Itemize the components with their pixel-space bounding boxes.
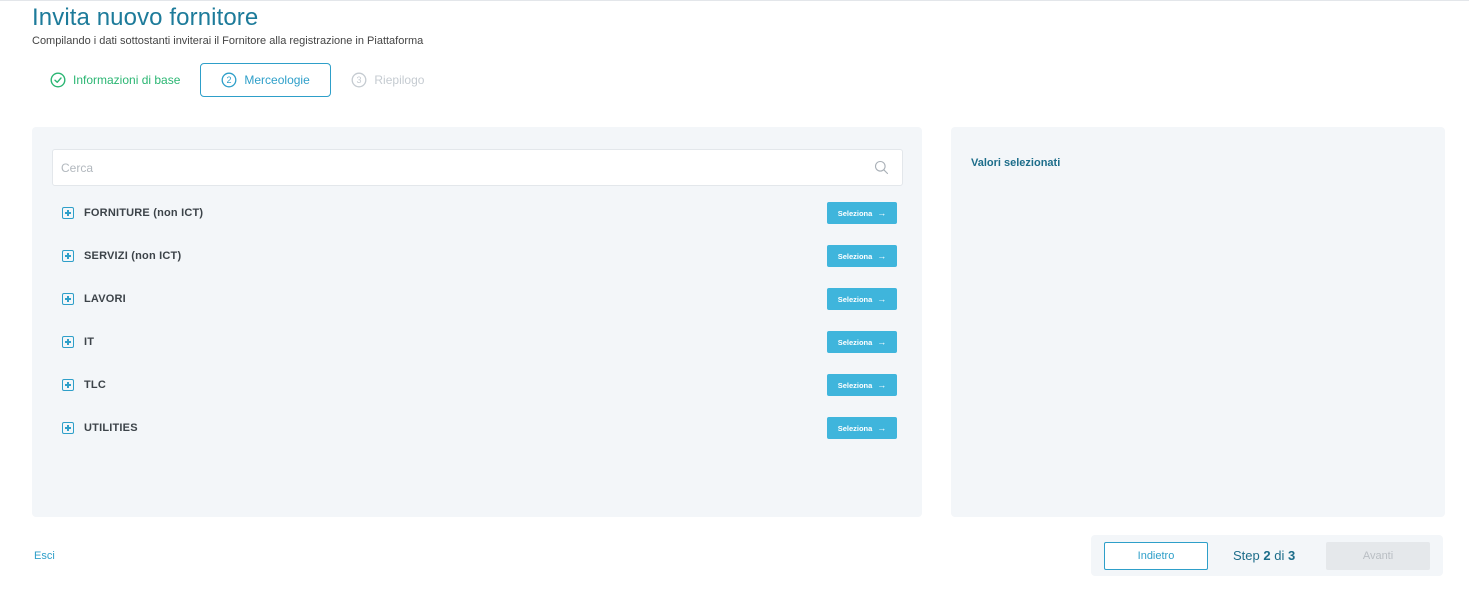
top-divider [0,0,1469,1]
step-label: Informazioni di base [73,73,181,87]
plus-square-icon[interactable] [62,293,74,305]
select-utilities-button[interactable]: Seleziona → [827,417,897,439]
step-separator: di [1274,548,1285,563]
step-number: 2 [227,75,232,85]
categories-panel: FORNITURE (non ICT) Seleziona → SERVIZI (… [32,127,922,517]
arrow-right-icon: → [877,337,887,347]
wizard-footer: Indietro Step 2 di 3 Avanti [1091,535,1443,576]
back-button[interactable]: Indietro [1104,542,1208,570]
select-it-button[interactable]: Seleziona → [827,331,897,353]
page-subtitle: Compilando i dati sottostanti inviterai … [32,35,424,47]
step-informazioni-di-base[interactable]: Informazioni di base [32,63,200,97]
category-row-lavori: LAVORI Seleziona → [62,287,897,311]
category-row-servizi: SERVIZI (non ICT) Seleziona → [62,244,897,268]
select-button-label: Seleziona [837,380,873,390]
category-row-utilities: UTILITIES Seleziona → [62,416,897,440]
plus-square-icon[interactable] [62,207,74,219]
step-merceologie[interactable]: 2 Merceologie [200,63,332,97]
step-label: Riepilogo [374,73,425,87]
step-label: Merceologie [244,73,310,87]
step-riepilogo: 3 Riepilogo [331,63,424,97]
page-title: Invita nuovo fornitore [32,4,259,31]
plus-square-icon[interactable] [62,336,74,348]
step-total: 3 [1287,548,1296,563]
select-lavori-button[interactable]: Seleziona → [827,288,897,310]
category-label: TLC [84,379,106,391]
step-number: 3 [357,75,362,85]
arrow-right-icon: → [877,380,887,390]
select-servizi-button[interactable]: Seleziona → [827,245,897,267]
select-button-label: Seleziona [837,294,873,304]
category-label: FORNITURE (non ICT) [84,207,204,219]
check-circle-icon [50,72,66,88]
category-row-tlc: TLC Seleziona → [62,373,897,397]
wizard-steps: Informazioni di base 2 Merceologie 3 Rie… [32,63,424,97]
category-label: LAVORI [84,293,126,305]
select-button-label: Seleziona [837,337,873,347]
step-indicator: Step 2 di 3 [1233,548,1295,563]
category-label: SERVIZI (non ICT) [84,250,182,262]
next-button: Avanti [1326,542,1430,570]
category-label: UTILITIES [84,422,138,434]
select-button-label: Seleziona [837,208,873,218]
plus-square-icon[interactable] [62,250,74,262]
category-row-it: IT Seleziona → [62,330,897,354]
step-number-2-icon: 2 [221,72,237,88]
category-label: IT [84,336,95,348]
select-button-label: Seleziona [837,251,873,261]
plus-square-icon[interactable] [62,379,74,391]
plus-square-icon[interactable] [62,422,74,434]
step-current: 2 [1263,548,1271,563]
search-input[interactable] [53,150,853,185]
arrow-right-icon: → [877,423,887,433]
category-row-forniture: FORNITURE (non ICT) Seleziona → [62,201,897,225]
select-tlc-button[interactable]: Seleziona → [827,374,897,396]
search-icon[interactable] [874,160,889,175]
step-prefix: Step [1233,548,1260,563]
select-forniture-button[interactable]: Seleziona → [827,202,897,224]
exit-link[interactable]: Esci [34,550,55,562]
step-number-3-icon: 3 [351,72,367,88]
selected-values-title: Valori selezionati [971,157,1061,169]
selected-values-panel: Valori selezionati [951,127,1445,517]
arrow-right-icon: → [877,251,887,261]
arrow-right-icon: → [877,294,887,304]
arrow-right-icon: → [877,208,887,218]
select-button-label: Seleziona [837,423,873,433]
search-box [52,149,903,186]
